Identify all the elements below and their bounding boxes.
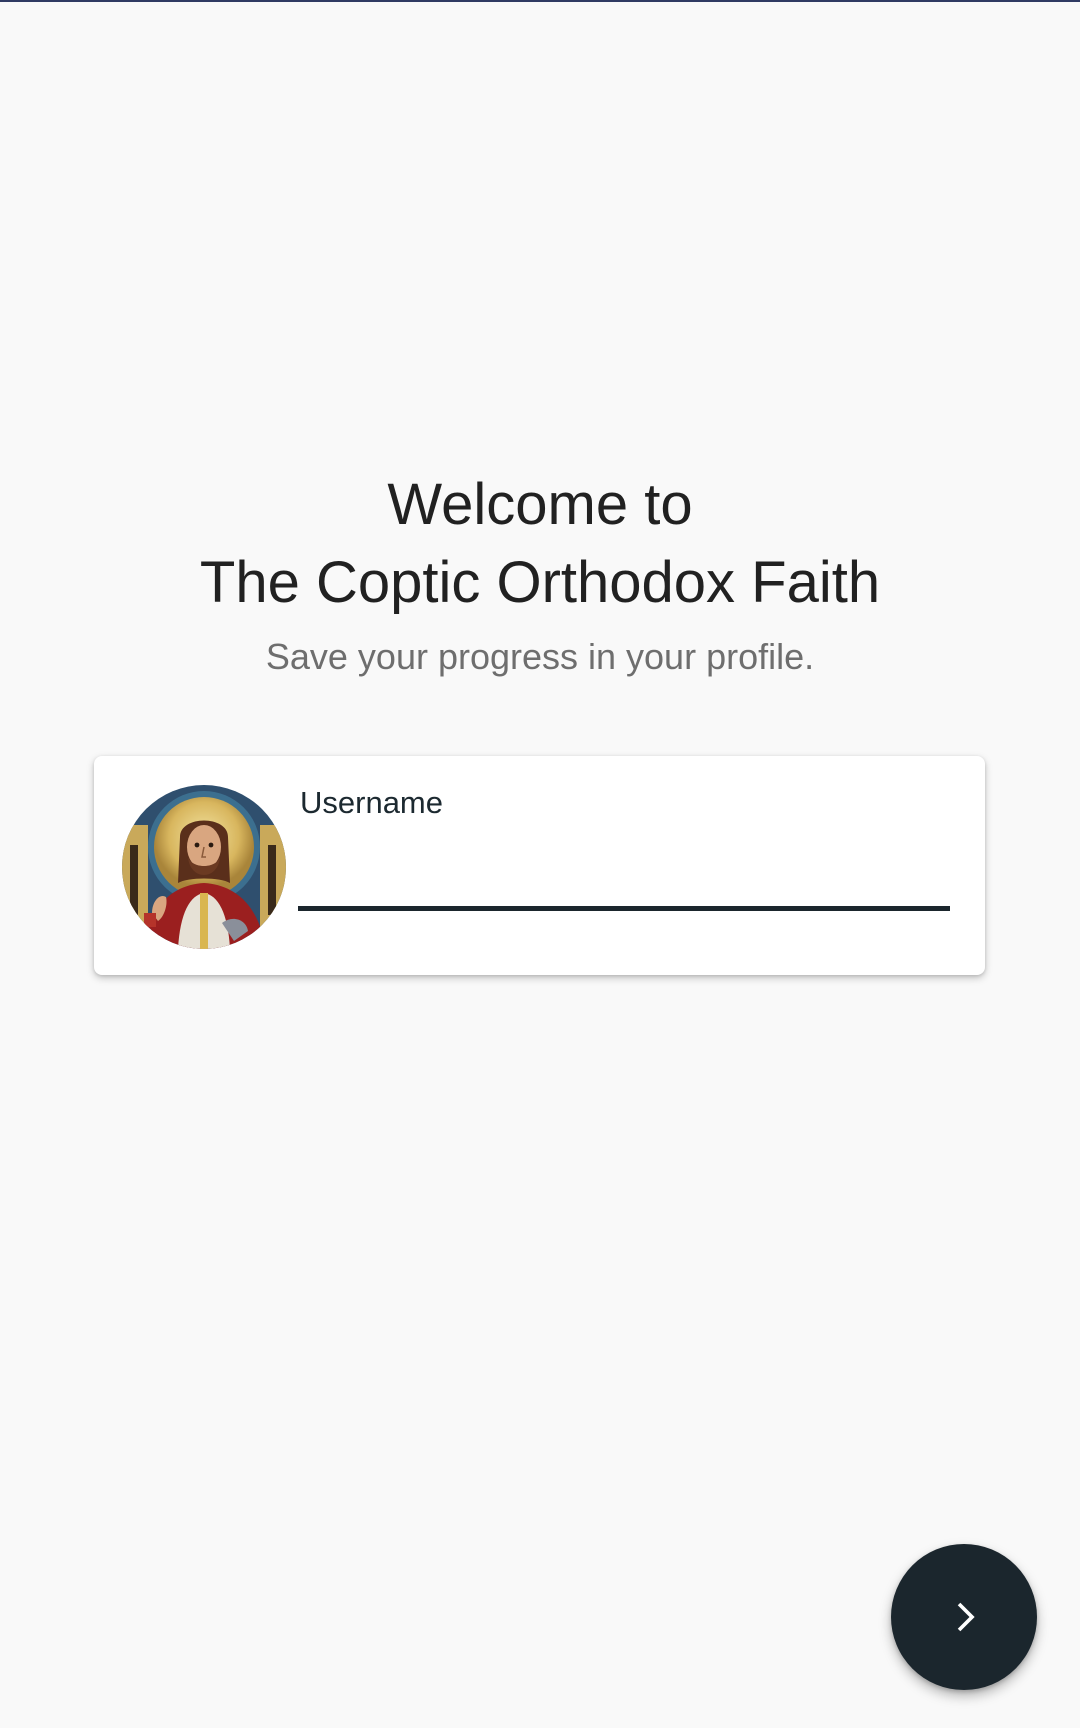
welcome-header: Welcome to The Coptic Orthodox Faith Sav… — [0, 466, 1080, 682]
username-underline — [298, 906, 950, 911]
chevron-right-icon — [957, 1602, 975, 1632]
profile-avatar[interactable] — [122, 785, 286, 949]
welcome-subtitle: Save your progress in your profile. — [265, 636, 815, 677]
username-label: Username — [300, 785, 443, 820]
status-divider — [0, 0, 1080, 2]
christ-pantocrator-icon — [122, 785, 286, 949]
next-button[interactable] — [891, 1544, 1037, 1690]
welcome-title-line2: The Coptic Orthodox Faith — [199, 550, 881, 615]
profile-card: Username — [94, 756, 985, 975]
username-field[interactable]: Username — [298, 780, 954, 930]
welcome-title-line1: Welcome to — [387, 472, 693, 537]
username-input[interactable] — [298, 840, 954, 890]
